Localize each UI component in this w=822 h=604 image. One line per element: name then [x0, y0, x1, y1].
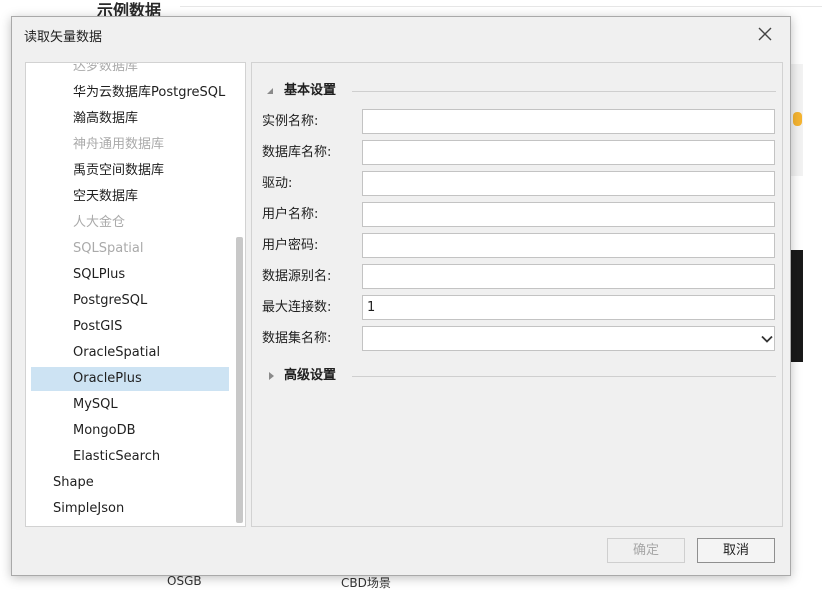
cancel-button[interactable]: 取消: [697, 538, 775, 563]
background-divider: [180, 6, 822, 7]
tree-item[interactable]: PostGIS: [73, 315, 122, 339]
background-thumbnail[interactable]: [790, 250, 803, 362]
field-label: 驱动:: [262, 176, 293, 191]
tree-scrollbar-thumb[interactable]: [236, 237, 243, 523]
datasource-type-tree: 达梦数据库华为云数据库PostgreSQL 瀚高数据库 神舟通用数据库 禹贡空间数据库…: [25, 62, 246, 527]
tree-item[interactable]: SimpleJson: [53, 497, 124, 521]
expand-triangle-icon: [269, 372, 274, 380]
dataset-name-select[interactable]: [362, 326, 775, 351]
field-input[interactable]: [362, 295, 775, 320]
tree-item[interactable]: 华为云数据库PostgreSQL: [73, 81, 225, 105]
tree-item[interactable]: 瀚高数据库: [73, 107, 138, 131]
read-vector-data-dialog: 读取矢量数据 达梦数据库华为云数据库PostgreSQL 瀚高数据库 神舟通用数据库…: [11, 16, 791, 576]
background-thumbnail[interactable]: [790, 64, 803, 176]
basic-settings-label: 基本设置: [284, 83, 337, 98]
field-label: 实例名称:: [262, 114, 319, 129]
field-label: 用户密码:: [262, 238, 319, 253]
tree-item[interactable]: 达梦数据库: [73, 63, 138, 79]
basic-settings-divider: [352, 91, 776, 92]
field-input[interactable]: [362, 202, 775, 227]
tree-item[interactable]: 空天数据库: [73, 185, 138, 209]
dialog-title: 读取矢量数据: [24, 30, 103, 45]
close-icon[interactable]: [756, 25, 774, 43]
collapse-triangle-icon: [267, 88, 273, 94]
field-label: 用户名称:: [262, 207, 319, 222]
tree-item[interactable]: ElasticSearch: [73, 445, 160, 469]
background-label-osgb[interactable]: OSGB: [167, 574, 202, 588]
field-label: 数据库名称:: [262, 145, 332, 160]
tree-item[interactable]: OraclePlus: [31, 367, 229, 391]
tree-item[interactable]: PostgreSQL: [73, 289, 147, 313]
tree-item[interactable]: SQLPlus: [73, 263, 125, 287]
background-label-cbd[interactable]: CBD场景: [341, 574, 391, 591]
tree-item[interactable]: 人大金仓: [73, 211, 125, 235]
tree-item[interactable]: OracleSpatial: [73, 341, 160, 365]
field-input[interactable]: [362, 233, 775, 258]
tree-item[interactable]: 神舟通用数据库: [73, 133, 164, 157]
field-label: 最大连接数:: [262, 300, 332, 315]
field-input[interactable]: [362, 109, 775, 134]
field-label: 数据集名称:: [262, 331, 332, 346]
field-input[interactable]: [362, 140, 775, 165]
field-label: 数据源别名:: [262, 269, 332, 284]
settings-panel: 基本设置 高级设置 实例名称: 数据库名称: 驱动: 用户名称: 用户密码: 数据源别名:…: [251, 62, 783, 527]
tree-item[interactable]: MongoDB: [73, 419, 136, 443]
ok-button[interactable]: 确定: [607, 538, 685, 563]
field-input[interactable]: [362, 264, 775, 289]
tree-item[interactable]: SQLSpatial: [73, 237, 143, 261]
tree-item[interactable]: MySQL: [73, 393, 118, 417]
tree-item[interactable]: 禹贡空间数据库: [73, 159, 164, 183]
advanced-settings-divider: [352, 376, 776, 377]
thumbnail-marker-icon: [793, 112, 802, 126]
field-input[interactable]: [362, 171, 775, 196]
tree-item[interactable]: Shape: [53, 471, 94, 495]
advanced-settings-label: 高级设置: [284, 368, 337, 383]
